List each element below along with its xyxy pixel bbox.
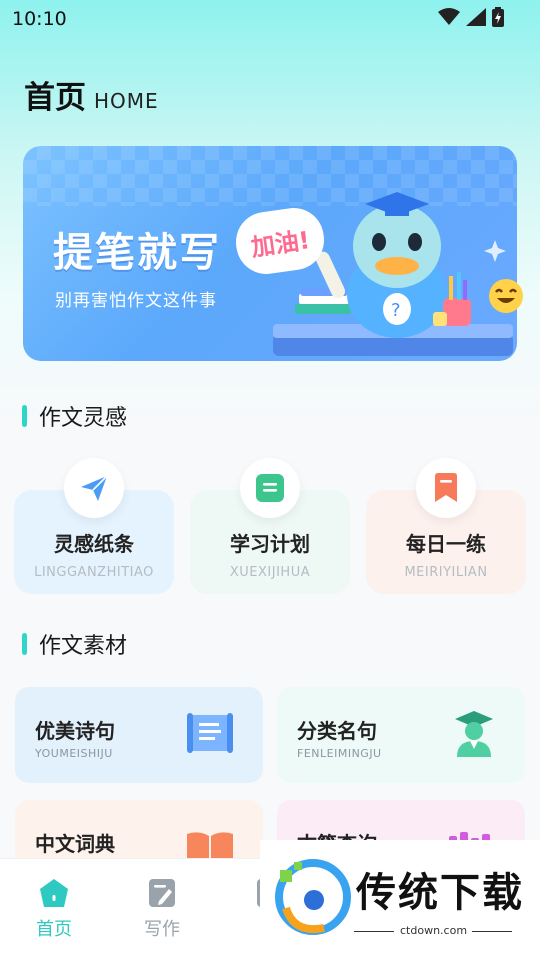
card-beautiful-verses[interactable]: 优美诗句 YOUMEISHIJU	[15, 687, 263, 783]
card-title: 学习计划	[230, 532, 310, 556]
nav-label: 写作	[144, 919, 180, 940]
watermark: 传统下载 ctdown.com	[260, 840, 540, 960]
nav-write[interactable]: 写作	[122, 877, 202, 941]
watermark-brand: 传统下载	[356, 870, 524, 916]
status-time: 10:10	[12, 8, 67, 30]
banner-title: 提笔就写	[53, 230, 221, 276]
home-icon	[40, 879, 68, 907]
card-title: 优美诗句	[35, 719, 115, 743]
watermark-divider	[472, 931, 512, 932]
watermark-logo-icon	[275, 859, 351, 935]
banner-subtitle: 别再害怕作文这件事	[55, 291, 217, 311]
card-icon-wrap	[240, 458, 300, 518]
status-icons	[438, 7, 504, 27]
nav-home[interactable]: 首页	[14, 877, 94, 941]
card-icon-wrap	[64, 458, 124, 518]
card-inspiration-notes[interactable]: 灵感纸条 LINGGANZHITIAO	[14, 458, 174, 594]
section-label: 作文素材	[39, 634, 128, 659]
battery-icon	[492, 7, 504, 27]
watermark-url: ctdown.com	[400, 924, 468, 937]
page-header: 首页 HOME	[24, 72, 159, 117]
card-pinyin: MEIRIYILIAN	[404, 565, 488, 580]
card-pinyin: LINGGANZHITIAO	[34, 565, 154, 580]
page-title: 首页	[24, 80, 86, 116]
svg-text:?: ?	[391, 300, 401, 321]
section-inspiration-heading: 作文灵感	[22, 400, 127, 432]
card-study-plan[interactable]: 学习计划 XUEXIJIHUA	[190, 458, 350, 594]
card-title: 中文词典	[35, 832, 115, 856]
wifi-icon	[438, 8, 460, 25]
card-pinyin: XUEXIJIHUA	[229, 565, 311, 580]
section-accent-bar	[22, 405, 27, 427]
smile-emoji-icon	[489, 279, 523, 313]
cell-signal-icon	[466, 8, 486, 26]
watermark-divider	[354, 931, 394, 932]
card-title: 每日一练	[406, 532, 486, 556]
write-icon	[149, 879, 175, 907]
nav-label: 首页	[36, 919, 72, 940]
page-subtitle: HOME	[94, 89, 159, 113]
card-categorized-quotes[interactable]: 分类名句 FENLEIMINGJU	[277, 687, 525, 783]
section-accent-bar	[22, 633, 27, 655]
mascot-illustration: ?	[273, 192, 513, 356]
note-icon	[256, 474, 284, 502]
card-daily-practice[interactable]: 每日一练 MEIRIYILIAN	[366, 458, 526, 594]
card-icon-wrap	[416, 458, 476, 518]
section-label: 作文灵感	[39, 406, 128, 431]
bookmark-icon	[435, 473, 457, 502]
scroll-icon	[187, 713, 233, 753]
section-materials-heading: 作文素材	[22, 628, 127, 660]
card-title: 分类名句	[297, 719, 377, 743]
card-pinyin: YOUMEISHIJU	[35, 747, 113, 760]
graduate-icon	[455, 711, 493, 757]
card-pinyin: FENLEIMINGJU	[297, 747, 382, 760]
card-title: 灵感纸条	[54, 532, 134, 556]
status-bar: 10:10	[0, 0, 540, 36]
paper-plane-icon	[81, 475, 108, 501]
